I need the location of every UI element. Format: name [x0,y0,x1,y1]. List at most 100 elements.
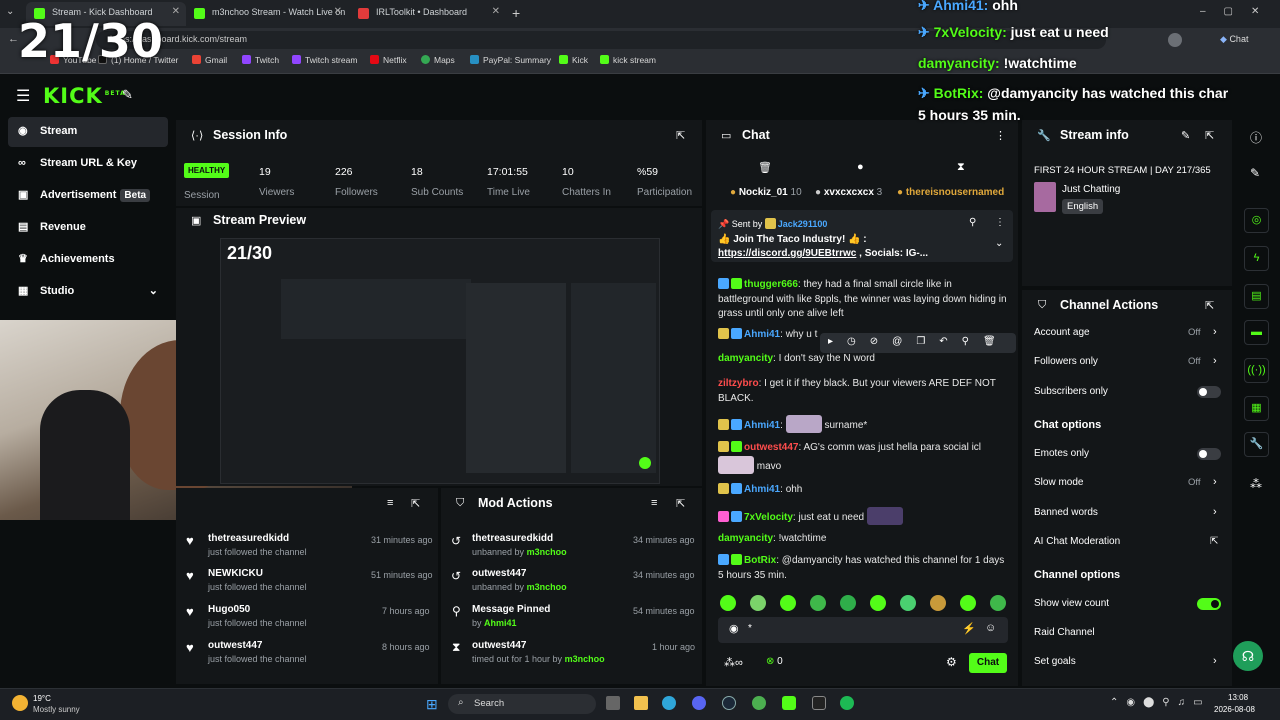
chat-username[interactable]: ziltzybro [718,378,759,389]
edge-icon[interactable] [662,696,676,710]
emotes-only-toggle[interactable] [1197,448,1221,460]
play-icon[interactable]: ▸ [828,336,847,347]
user-badge-icon[interactable]: ◉ [729,622,739,635]
mention-icon[interactable]: @ [892,336,916,347]
setting-subscribers-only[interactable]: Subscribers only [1034,386,1108,397]
copy-icon[interactable]: ❐ [916,336,939,347]
filter-icon[interactable]: ≡ [651,497,657,509]
mod-action-actor[interactable]: Ahmi41 [484,618,517,628]
sidebar-item-advertisement[interactable]: ▣ Advertisement Beta [8,181,168,211]
follower-name[interactable]: outwest447 [208,640,262,651]
setting-emotes-only[interactable]: Emotes only [1034,448,1089,459]
hamburger-menu-icon[interactable]: ☰ [16,86,30,106]
chat-message[interactable]: BotRix: @damyancity has watched this cha… [718,554,1008,583]
rail-button-wrench[interactable]: 🔧 [1244,432,1269,457]
edit-pencil-icon[interactable]: ✎ [1250,166,1260,180]
bookmark-kick[interactable]: Kick [559,55,588,65]
setting-banned-words[interactable]: Banned words [1034,507,1098,518]
ban-icon[interactable]: ⊘ [870,336,892,347]
mod-action-name[interactable]: Message Pinned [472,604,550,615]
setting-raid-channel[interactable]: Raid Channel [1034,627,1095,638]
rail-button-layout[interactable]: ▦ [1244,396,1269,421]
chat-message[interactable]: 7xVelocity: just eat u need [718,507,1008,526]
spotify-icon[interactable] [840,696,854,710]
hourglass-icon[interactable]: ⧗ [957,161,965,174]
sidebar-item-stream[interactable]: ◉ Stream [8,117,168,147]
obs-icon[interactable] [812,696,826,710]
pinned-link[interactable]: https://discord.gg/9UEBtrrwc [718,248,856,259]
emoji-icon[interactable]: ☺ [985,622,996,634]
setting-show-view-count[interactable]: Show view count [1034,598,1109,609]
edit-pencil-icon[interactable]: ✎ [1181,129,1190,142]
emote-icon[interactable] [720,595,736,611]
setting-ai-chat-moderation[interactable]: AI Chat Moderation [1034,536,1120,547]
bookmark-twitch-stream[interactable]: Twitch stream [292,55,357,65]
chat-message[interactable]: Ahmi41: surname* [718,415,1008,434]
rail-button-camera[interactable]: ◎ [1244,208,1269,233]
chat-username[interactable]: Ahmi41 [744,329,780,340]
mod-action-actor[interactable]: m3nchoo [527,582,567,592]
message-action-toolbar[interactable]: ▸◷⊘@❐↶⚲🗑 [820,333,1016,353]
tab-list-icon[interactable]: ⌄ [6,6,14,17]
expand-icon[interactable]: ⇱ [1205,129,1214,142]
expand-icon[interactable]: ⇱ [676,497,685,510]
more-vertical-icon[interactable]: ⋮ [995,217,1005,228]
filter-icon[interactable]: ≡ [387,497,393,509]
rail-button-chat[interactable]: ▬ [1244,320,1269,345]
discord-icon[interactable] [692,696,706,710]
expand-icon[interactable]: ⇱ [411,497,420,510]
follower-name[interactable]: NEWKICKU [208,568,263,579]
chat-message[interactable]: thugger666: they had a final small circl… [718,278,1008,322]
tab-irltoolkit[interactable]: IRLToolkit • Dashboard ✕ [350,2,506,26]
mod-action-name[interactable]: thetreasuredkidd [472,533,553,544]
emote-icon[interactable] [750,595,766,611]
weather-temp[interactable]: 19°C [33,694,51,703]
chat-username[interactable]: 7xVelocity [744,512,793,523]
chat-username[interactable]: thugger666 [744,279,798,290]
chevron-right-icon[interactable]: › [1213,655,1217,667]
sidebar-item-studio[interactable]: ▦ Studio ⌄ [8,277,168,307]
bookmark-kick-stream[interactable]: kick stream [600,55,656,65]
expand-icon[interactable]: ⇱ [1205,299,1214,312]
chat-username[interactable]: Ahmi41 [744,484,780,495]
clock-time[interactable]: 13:08 [1228,693,1248,702]
new-tab-icon[interactable]: + [512,5,520,21]
tab-m3nchoo-stream[interactable]: m3nchoo Stream - Watch Live on ... ✕ [186,2,348,26]
follower-name[interactable]: thetreasuredkidd [208,533,289,544]
mod-action-actor[interactable]: m3nchoo [527,547,567,557]
unpin-icon[interactable]: ⚲ [969,217,976,228]
pin-icon[interactable]: ⚲ [962,336,983,347]
send-chat-button[interactable]: Chat [969,653,1007,673]
chat-username[interactable]: damyancity [718,353,773,364]
subscribers-only-toggle[interactable] [1197,386,1221,398]
top-chatter[interactable]: ● xvxcxcxcx 3 [815,187,882,198]
sidebar-item-stream-url-key[interactable]: ∞ Stream URL & Key [8,149,168,179]
show-view-count-toggle[interactable] [1197,598,1221,610]
bookmark-twitch[interactable]: Twitch [242,55,279,65]
setting-followers-only[interactable]: Followers only [1034,356,1098,367]
chat-username[interactable]: outwest447 [744,442,798,453]
emote-icon[interactable] [870,595,886,611]
bookmark-paypal[interactable]: PayPal: Summary [470,55,551,65]
reply-icon[interactable]: ↶ [939,336,961,347]
rail-button-document[interactable]: ▤ [1244,284,1269,309]
timeout-icon[interactable]: ◷ [847,336,870,347]
rail-button-lightning[interactable]: ϟ [1244,246,1269,271]
window-controls[interactable]: –▢✕ [1200,6,1277,17]
close-icon[interactable]: ✕ [492,6,500,17]
sun-icon[interactable] [12,695,28,711]
category-name[interactable]: Just Chatting [1062,184,1120,195]
emote-icon[interactable] [900,595,916,611]
system-tray-icons[interactable]: ⌃◉⬤⚲♫▭ [1110,697,1211,708]
setting-account-age[interactable]: Account age [1034,327,1090,338]
chat-message[interactable]: ziltzybro: I get it if they black. But y… [718,377,1008,406]
chat-icon[interactable]: ● [857,161,864,173]
support-headset-button[interactable]: ☊ [1233,641,1263,671]
chat-username[interactable]: damyancity [718,533,773,544]
mod-action-name[interactable]: outwest447 [472,640,526,651]
chat-message[interactable]: damyancity: I don't say the N word [718,352,1008,367]
chevron-down-icon[interactable]: ⌄ [995,238,1003,249]
task-view-icon[interactable] [606,696,620,710]
more-vertical-icon[interactable]: ⋮ [995,129,1006,142]
close-icon[interactable]: ✕ [334,6,342,17]
